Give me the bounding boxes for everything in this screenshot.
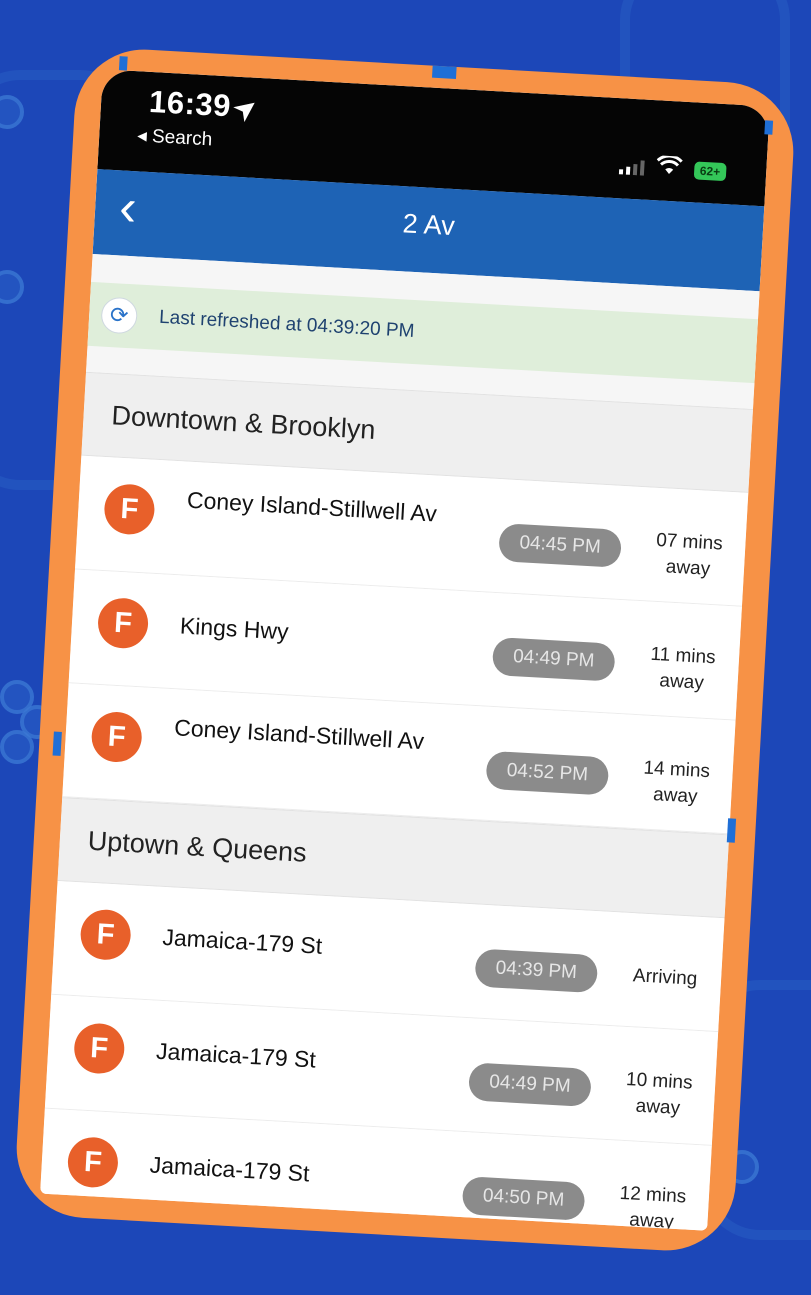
page-title: 2 Av bbox=[401, 208, 456, 242]
minutes-away: 11 mins away bbox=[649, 643, 717, 694]
train-destination: Jamaica-179 St bbox=[155, 1037, 317, 1073]
battery-icon: 62+ bbox=[693, 161, 727, 182]
route-f-icon: F bbox=[79, 908, 132, 962]
minutes-away: 14 mins away bbox=[642, 757, 711, 808]
minutes-away: 12 mins away bbox=[619, 1182, 687, 1231]
arrival-time-pill: 04:50 PM bbox=[461, 1176, 586, 1221]
location-arrow-icon: ➤ bbox=[227, 89, 264, 128]
crop-handle[interactable] bbox=[764, 120, 774, 135]
crop-handle[interactable] bbox=[431, 65, 457, 79]
refresh-banner[interactable]: ⟳ Last refreshed at 04:39:20 PM bbox=[87, 281, 759, 384]
arrival-time-pill: 04:52 PM bbox=[485, 750, 610, 796]
train-destination: Coney Island-Stillwell Av bbox=[186, 486, 438, 527]
train-destination: Coney Island-Stillwell Av bbox=[173, 714, 425, 755]
train-destination: Kings Hwy bbox=[179, 612, 290, 645]
train-destination: Jamaica-179 St bbox=[149, 1151, 311, 1187]
back-to-search-link[interactable]: ◂ Search bbox=[137, 124, 213, 151]
refresh-icon[interactable]: ⟳ bbox=[100, 296, 139, 335]
crop-handle[interactable] bbox=[726, 818, 737, 843]
status-time-text: 16:39 bbox=[148, 83, 232, 124]
background-dot bbox=[0, 730, 34, 764]
arrival-time-pill: 04:39 PM bbox=[474, 948, 599, 994]
route-f-icon: F bbox=[96, 596, 150, 650]
wifi-icon bbox=[655, 154, 683, 182]
train-destination: Jamaica-179 St bbox=[161, 923, 323, 959]
crop-handle[interactable] bbox=[118, 56, 128, 71]
cellular-signal-icon bbox=[618, 158, 645, 176]
status-icons: 62+ bbox=[618, 153, 727, 185]
route-f-icon: F bbox=[103, 483, 156, 536]
last-refreshed-text: Last refreshed at 04:39:20 PM bbox=[158, 306, 415, 343]
arrival-time-pill: 04:49 PM bbox=[491, 636, 616, 682]
minutes-away: Arriving bbox=[632, 965, 698, 990]
crop-handle[interactable] bbox=[52, 731, 62, 756]
route-f-icon: F bbox=[66, 1136, 120, 1189]
status-time: 16:39➤ bbox=[148, 83, 263, 127]
minutes-away: 10 mins away bbox=[625, 1069, 694, 1120]
route-f-icon: F bbox=[90, 710, 144, 764]
arrival-time-pill: 04:49 PM bbox=[467, 1062, 592, 1108]
route-f-icon: F bbox=[72, 1022, 126, 1075]
minutes-away: 07 mins away bbox=[655, 529, 724, 580]
phone: 16:39➤ ◂ Search 62+ ‹ 2 Av ⟳ Last refres… bbox=[12, 45, 798, 1255]
phone-screen: 16:39➤ ◂ Search 62+ ‹ 2 Av ⟳ Last refres… bbox=[40, 69, 770, 1231]
arrival-time-pill: 04:45 PM bbox=[498, 523, 623, 568]
